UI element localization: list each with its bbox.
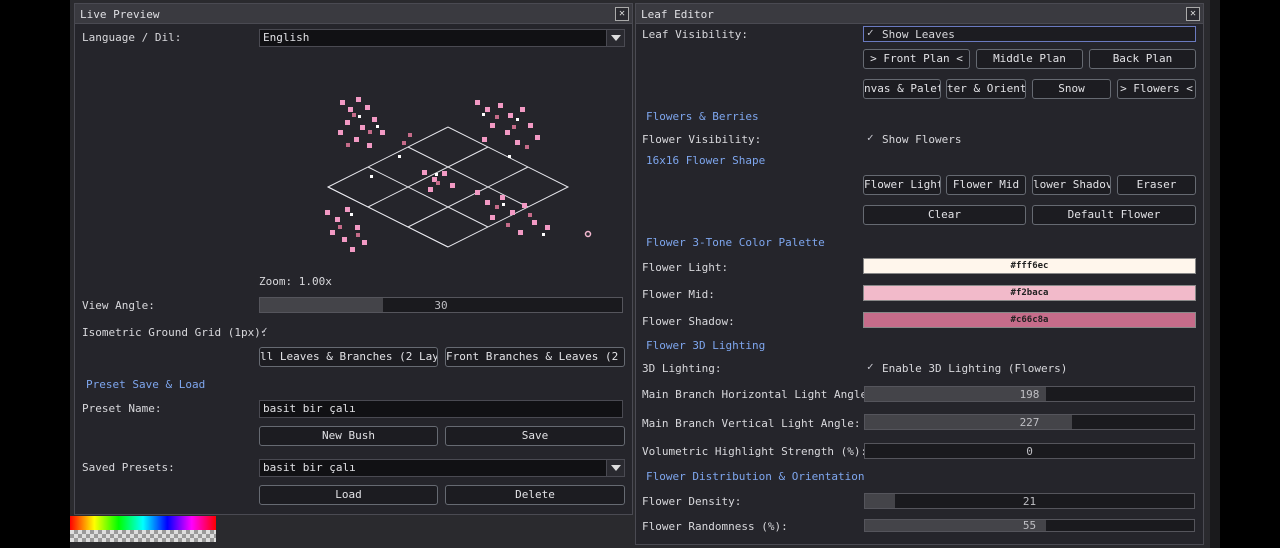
zoom-readout: Zoom: 1.00x — [259, 275, 332, 288]
tab-back-plan[interactable]: Back Plan — [1089, 49, 1196, 69]
flower-clusters — [325, 97, 592, 252]
volumetric-slider[interactable]: 0 — [864, 443, 1195, 459]
randomness-label: Flower Randomness (%): — [642, 520, 788, 533]
chevron-down-icon[interactable] — [606, 30, 624, 46]
lighting-heading: Flower 3D Lighting — [646, 339, 766, 352]
language-label: Language / Dil: — [82, 31, 182, 44]
lighting-label: 3D Lighting: — [642, 362, 722, 375]
flower-visibility-label: Flower Visibility: — [642, 133, 762, 146]
flower-light-tool-button[interactable]: Flower Light — [863, 175, 941, 195]
v-angle-label: Main Branch Vertical Light Angle: — [642, 417, 861, 430]
view-angle-value: 30 — [434, 299, 448, 312]
language-value: English — [263, 31, 310, 44]
volumetric-value: 0 — [1026, 445, 1033, 458]
tab-filter-orientation[interactable]: ter & Orienta — [946, 79, 1026, 99]
iso-grid-checkbox[interactable] — [261, 324, 273, 339]
flower-shape-heading: 16x16 Flower Shape — [646, 154, 766, 167]
clear-button[interactable]: Clear — [863, 205, 1026, 225]
tab-middle-plan[interactable]: Middle Plan — [976, 49, 1083, 69]
randomness-slider[interactable]: 55 — [864, 519, 1195, 532]
default-flower-button[interactable]: Default Flower — [1032, 205, 1196, 225]
delete-button[interactable]: Delete — [445, 485, 625, 505]
density-slider[interactable]: 21 — [864, 493, 1195, 509]
h-angle-value: 198 — [1019, 388, 1040, 401]
tab-flowers[interactable]: > Flowers < — [1117, 79, 1196, 99]
view-angle-label: View Angle: — [82, 299, 155, 312]
tab-snow[interactable]: Snow — [1032, 79, 1111, 99]
iso-grid — [326, 126, 570, 248]
language-select[interactable]: English — [259, 29, 625, 47]
density-label: Flower Density: — [642, 495, 742, 508]
enable-lighting-label: Enable 3D Lighting (Flowers) — [882, 362, 1068, 375]
flower-mid-swatch[interactable]: #f2baca — [863, 285, 1196, 301]
color-spectrum[interactable] — [70, 516, 216, 530]
front-branches-leaves-button[interactable]: Front Branches & Leaves (2 L — [445, 347, 625, 367]
side-strip — [1210, 0, 1220, 548]
preset-name-input[interactable]: basit bir çalı — [259, 400, 623, 418]
saved-presets-label: Saved Presets: — [82, 461, 175, 474]
saved-presets-value: basit bir çalı — [263, 461, 356, 474]
randomness-value: 55 — [1022, 519, 1037, 532]
leaf-editor-titlebar[interactable]: Leaf Editor ✕ — [636, 4, 1203, 24]
flower-shadow-swatch[interactable]: #c66c8a — [863, 312, 1196, 328]
show-flowers-label: Show Flowers — [882, 133, 962, 146]
chevron-down-icon[interactable] — [606, 460, 624, 476]
v-angle-value: 227 — [1019, 416, 1040, 429]
flower-mid-tool-button[interactable]: Flower Mid — [946, 175, 1026, 195]
transparency-checker — [70, 530, 216, 542]
iso-grid-label: Isometric Ground Grid (1px): — [82, 326, 268, 339]
tab-front-plan[interactable]: > Front Plan < — [863, 49, 970, 69]
new-bush-button[interactable]: New Bush — [259, 426, 438, 446]
enable-lighting-checkbox[interactable] — [867, 360, 879, 375]
saved-presets-select[interactable]: basit bir çalı — [259, 459, 625, 477]
leaf-editor-title: Leaf Editor — [641, 8, 714, 21]
preset-name-label: Preset Name: — [82, 402, 162, 415]
bush-preview-canvas[interactable] — [310, 85, 610, 270]
preset-section-heading: Preset Save & Load — [86, 378, 206, 391]
volumetric-label: Volumetric Highlight Strength (%): — [642, 445, 868, 458]
close-icon[interactable]: ✕ — [1186, 7, 1200, 21]
all-leaves-branches-button[interactable]: ll Leaves & Branches (2 Layer — [259, 347, 438, 367]
tab-canvas-palette[interactable]: nvas & Palet — [863, 79, 941, 99]
close-icon[interactable]: ✕ — [615, 7, 629, 21]
distribution-heading: Flower Distribution & Orientation — [646, 470, 865, 483]
view-angle-slider[interactable]: 30 — [259, 297, 623, 313]
show-flowers-checkbox[interactable] — [867, 131, 879, 146]
flower-shadow-label: Flower Shadow: — [642, 315, 735, 328]
leaf-visibility-label: Leaf Visibility: — [642, 28, 748, 41]
show-leaves-checkbox[interactable] — [867, 26, 879, 41]
density-value: 21 — [1022, 495, 1037, 508]
show-leaves-label: Show Leaves — [882, 28, 955, 41]
flower-light-label: Flower Light: — [642, 261, 729, 274]
flowers-berries-heading: Flowers & Berries — [646, 110, 759, 123]
load-button[interactable]: Load — [259, 485, 438, 505]
save-button[interactable]: Save — [445, 426, 625, 446]
flower-light-swatch[interactable]: #fff6ec — [863, 258, 1196, 274]
eraser-button[interactable]: Eraser — [1117, 175, 1196, 195]
v-angle-slider[interactable]: 227 — [864, 414, 1195, 430]
h-angle-label: Main Branch Horizontal Light Angle: — [642, 388, 874, 401]
flower-mid-label: Flower Mid: — [642, 288, 715, 301]
live-preview-titlebar[interactable]: Live Preview ✕ — [75, 4, 632, 24]
live-preview-title: Live Preview — [80, 8, 160, 21]
flower-shadow-tool-button[interactable]: lower Shadov — [1032, 175, 1111, 195]
palette-heading: Flower 3-Tone Color Palette — [646, 236, 825, 249]
h-angle-slider[interactable]: 198 — [864, 386, 1195, 402]
